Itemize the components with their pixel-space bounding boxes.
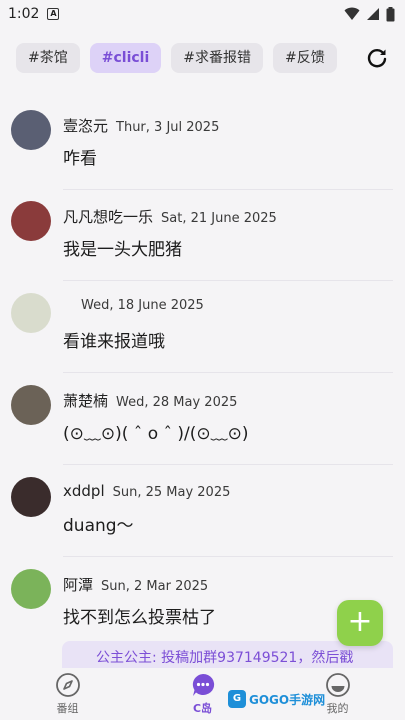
post-date: Wed, 28 May 2025 xyxy=(116,395,238,410)
post-content: duang～ xyxy=(63,516,134,536)
avatar[interactable] xyxy=(11,293,51,333)
avatar[interactable] xyxy=(11,110,51,150)
post-date: Sun, 25 May 2025 xyxy=(112,485,231,500)
post-author: 萧楚楠 xyxy=(63,392,109,410)
tag-chaguan[interactable]: #茶馆 xyxy=(16,43,80,73)
wifi-icon xyxy=(344,7,360,20)
avatar[interactable] xyxy=(11,201,51,241)
chat-bubble-icon xyxy=(192,673,214,696)
post-content: 我是一头大肥猪 xyxy=(63,240,182,260)
watermark: G GOGO手游网 xyxy=(228,690,325,708)
watermark-logo: G xyxy=(228,690,246,708)
avatar[interactable] xyxy=(11,569,51,609)
post-item[interactable]: 壹恣元 Thur, 3 Jul 2025 咋看 xyxy=(0,98,405,190)
post-item[interactable]: Wed, 18 June 2025 看谁来报道哦 xyxy=(0,281,405,373)
battery-icon xyxy=(386,6,395,21)
post-author: 阿潭 xyxy=(63,576,94,594)
add-post-button[interactable]: + xyxy=(337,600,383,646)
tag-bar: #茶馆 #clicli #求番报错 #反馈 xyxy=(16,42,393,74)
post-date: Thur, 3 Jul 2025 xyxy=(116,120,220,135)
refresh-icon[interactable] xyxy=(365,46,389,70)
nav-label: 我的 xyxy=(326,702,349,715)
post-item[interactable]: 萧楚楠 Wed, 28 May 2025 (⊙﹏⊙)( ˆ o ˆ )/(⊙﹏⊙… xyxy=(0,373,405,465)
watermark-text: GOGO手游网 xyxy=(249,692,326,707)
status-bar: 1:02 A xyxy=(0,0,405,28)
compass-icon xyxy=(55,673,80,697)
post-content: 咋看 xyxy=(63,149,97,169)
post-author: 凡凡想吃一乐 xyxy=(63,208,154,226)
post-date: Sun, 2 Mar 2025 xyxy=(101,579,209,594)
bottom-navigation: 番组 C岛 我的 xyxy=(0,668,405,720)
post-content: 看谁来报道哦 xyxy=(63,332,165,352)
post-author: 壹恣元 xyxy=(63,117,109,135)
nav-item-fanzu[interactable]: 番组 xyxy=(28,672,108,716)
status-time: 1:02 xyxy=(8,6,40,22)
post-item[interactable]: xddpl Sun, 25 May 2025 duang～ xyxy=(0,465,405,557)
nav-label: 番组 xyxy=(56,702,79,715)
tag-clicli[interactable]: #clicli xyxy=(89,43,162,73)
tag-qiufan-baocuo[interactable]: #求番报错 xyxy=(171,43,263,73)
avatar[interactable] xyxy=(11,385,51,425)
post-item[interactable]: 凡凡想吃一乐 Sat, 21 June 2025 我是一头大肥猪 xyxy=(0,189,405,281)
post-date: Wed, 18 June 2025 xyxy=(81,298,204,313)
avatar[interactable] xyxy=(11,477,51,517)
post-date: Sat, 21 June 2025 xyxy=(161,211,277,226)
app-notification-icon: A xyxy=(47,8,60,20)
smile-icon xyxy=(325,673,350,697)
cellular-icon xyxy=(367,8,379,20)
post-author: xddpl xyxy=(63,482,105,500)
nav-label: C岛 xyxy=(192,702,213,715)
notice-banner[interactable]: 公主公主: 投稿加群937149521，然后戳 xyxy=(62,641,393,671)
post-content: 找不到怎么投票枯了 xyxy=(63,608,216,628)
tag-fankui[interactable]: #反馈 xyxy=(273,43,337,73)
post-content: (⊙﹏⊙)( ˆ o ˆ )/(⊙﹏⊙) xyxy=(63,424,249,444)
